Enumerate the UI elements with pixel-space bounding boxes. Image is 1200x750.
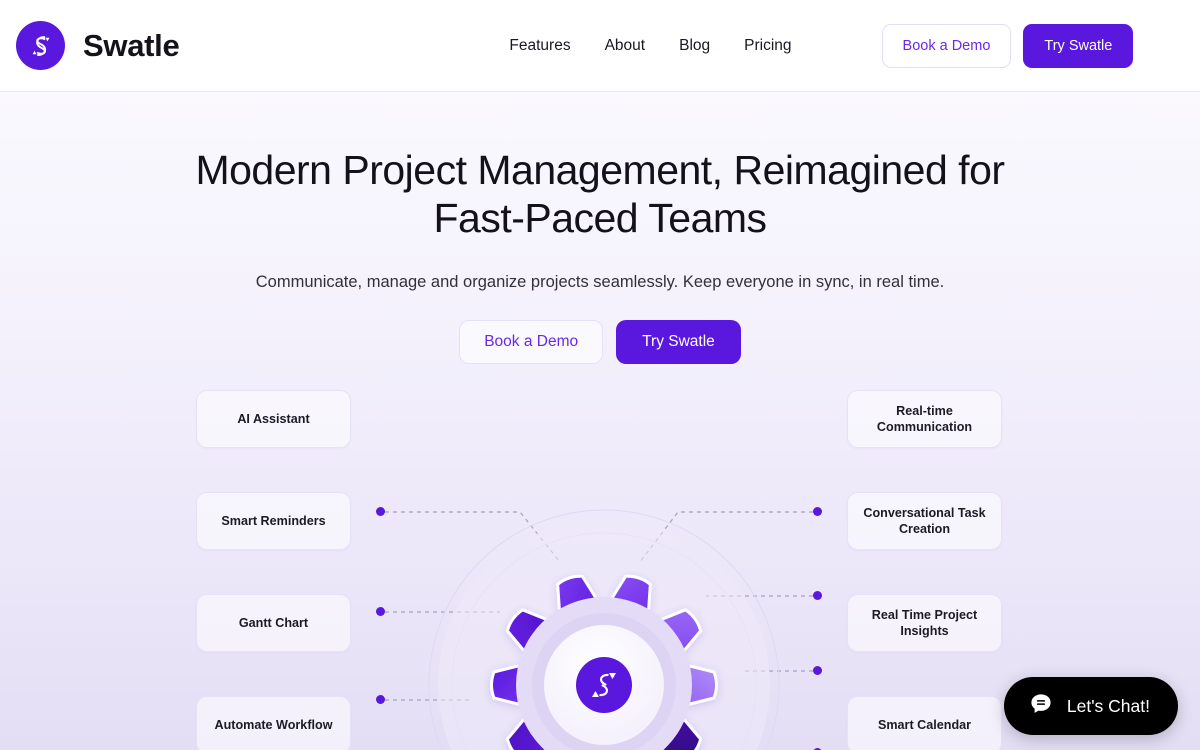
site-header: Swatle Features About Blog Pricing Book … bbox=[0, 0, 1200, 92]
swatle-s-logo-icon bbox=[16, 21, 65, 70]
page-title: Modern Project Management, Reimagined fo… bbox=[190, 146, 1010, 243]
header-actions: Book a Demo Try Swatle bbox=[881, 23, 1134, 68]
main-nav: Features About Blog Pricing bbox=[509, 37, 791, 55]
header-book-demo-button[interactable]: Book a Demo bbox=[881, 23, 1012, 68]
hero-try-swatle-button[interactable]: Try Swatle bbox=[616, 319, 741, 364]
header-try-swatle-button[interactable]: Try Swatle bbox=[1023, 23, 1134, 68]
hero-book-demo-button[interactable]: Book a Demo bbox=[459, 319, 604, 364]
hero-section: Modern Project Management, Reimagined fo… bbox=[0, 92, 1200, 750]
nav-item-features[interactable]: Features bbox=[509, 37, 570, 55]
hero-subtitle: Communicate, manage and organize project… bbox=[255, 272, 945, 291]
hero-cta-group: Book a Demo Try Swatle bbox=[0, 319, 1200, 364]
nav-item-blog[interactable]: Blog bbox=[679, 37, 710, 55]
nav-item-about[interactable]: About bbox=[605, 37, 646, 55]
brand-logo[interactable]: Swatle bbox=[16, 21, 180, 70]
brand-name: Swatle bbox=[83, 27, 180, 63]
chat-bubble-icon bbox=[1028, 691, 1054, 722]
chat-widget-label: Let's Chat! bbox=[1066, 695, 1150, 716]
chat-widget-button[interactable]: Let's Chat! bbox=[1003, 677, 1178, 735]
nav-item-pricing[interactable]: Pricing bbox=[744, 37, 791, 55]
page-title-line1: Modern Project Management, Reimagined bbox=[195, 147, 948, 193]
